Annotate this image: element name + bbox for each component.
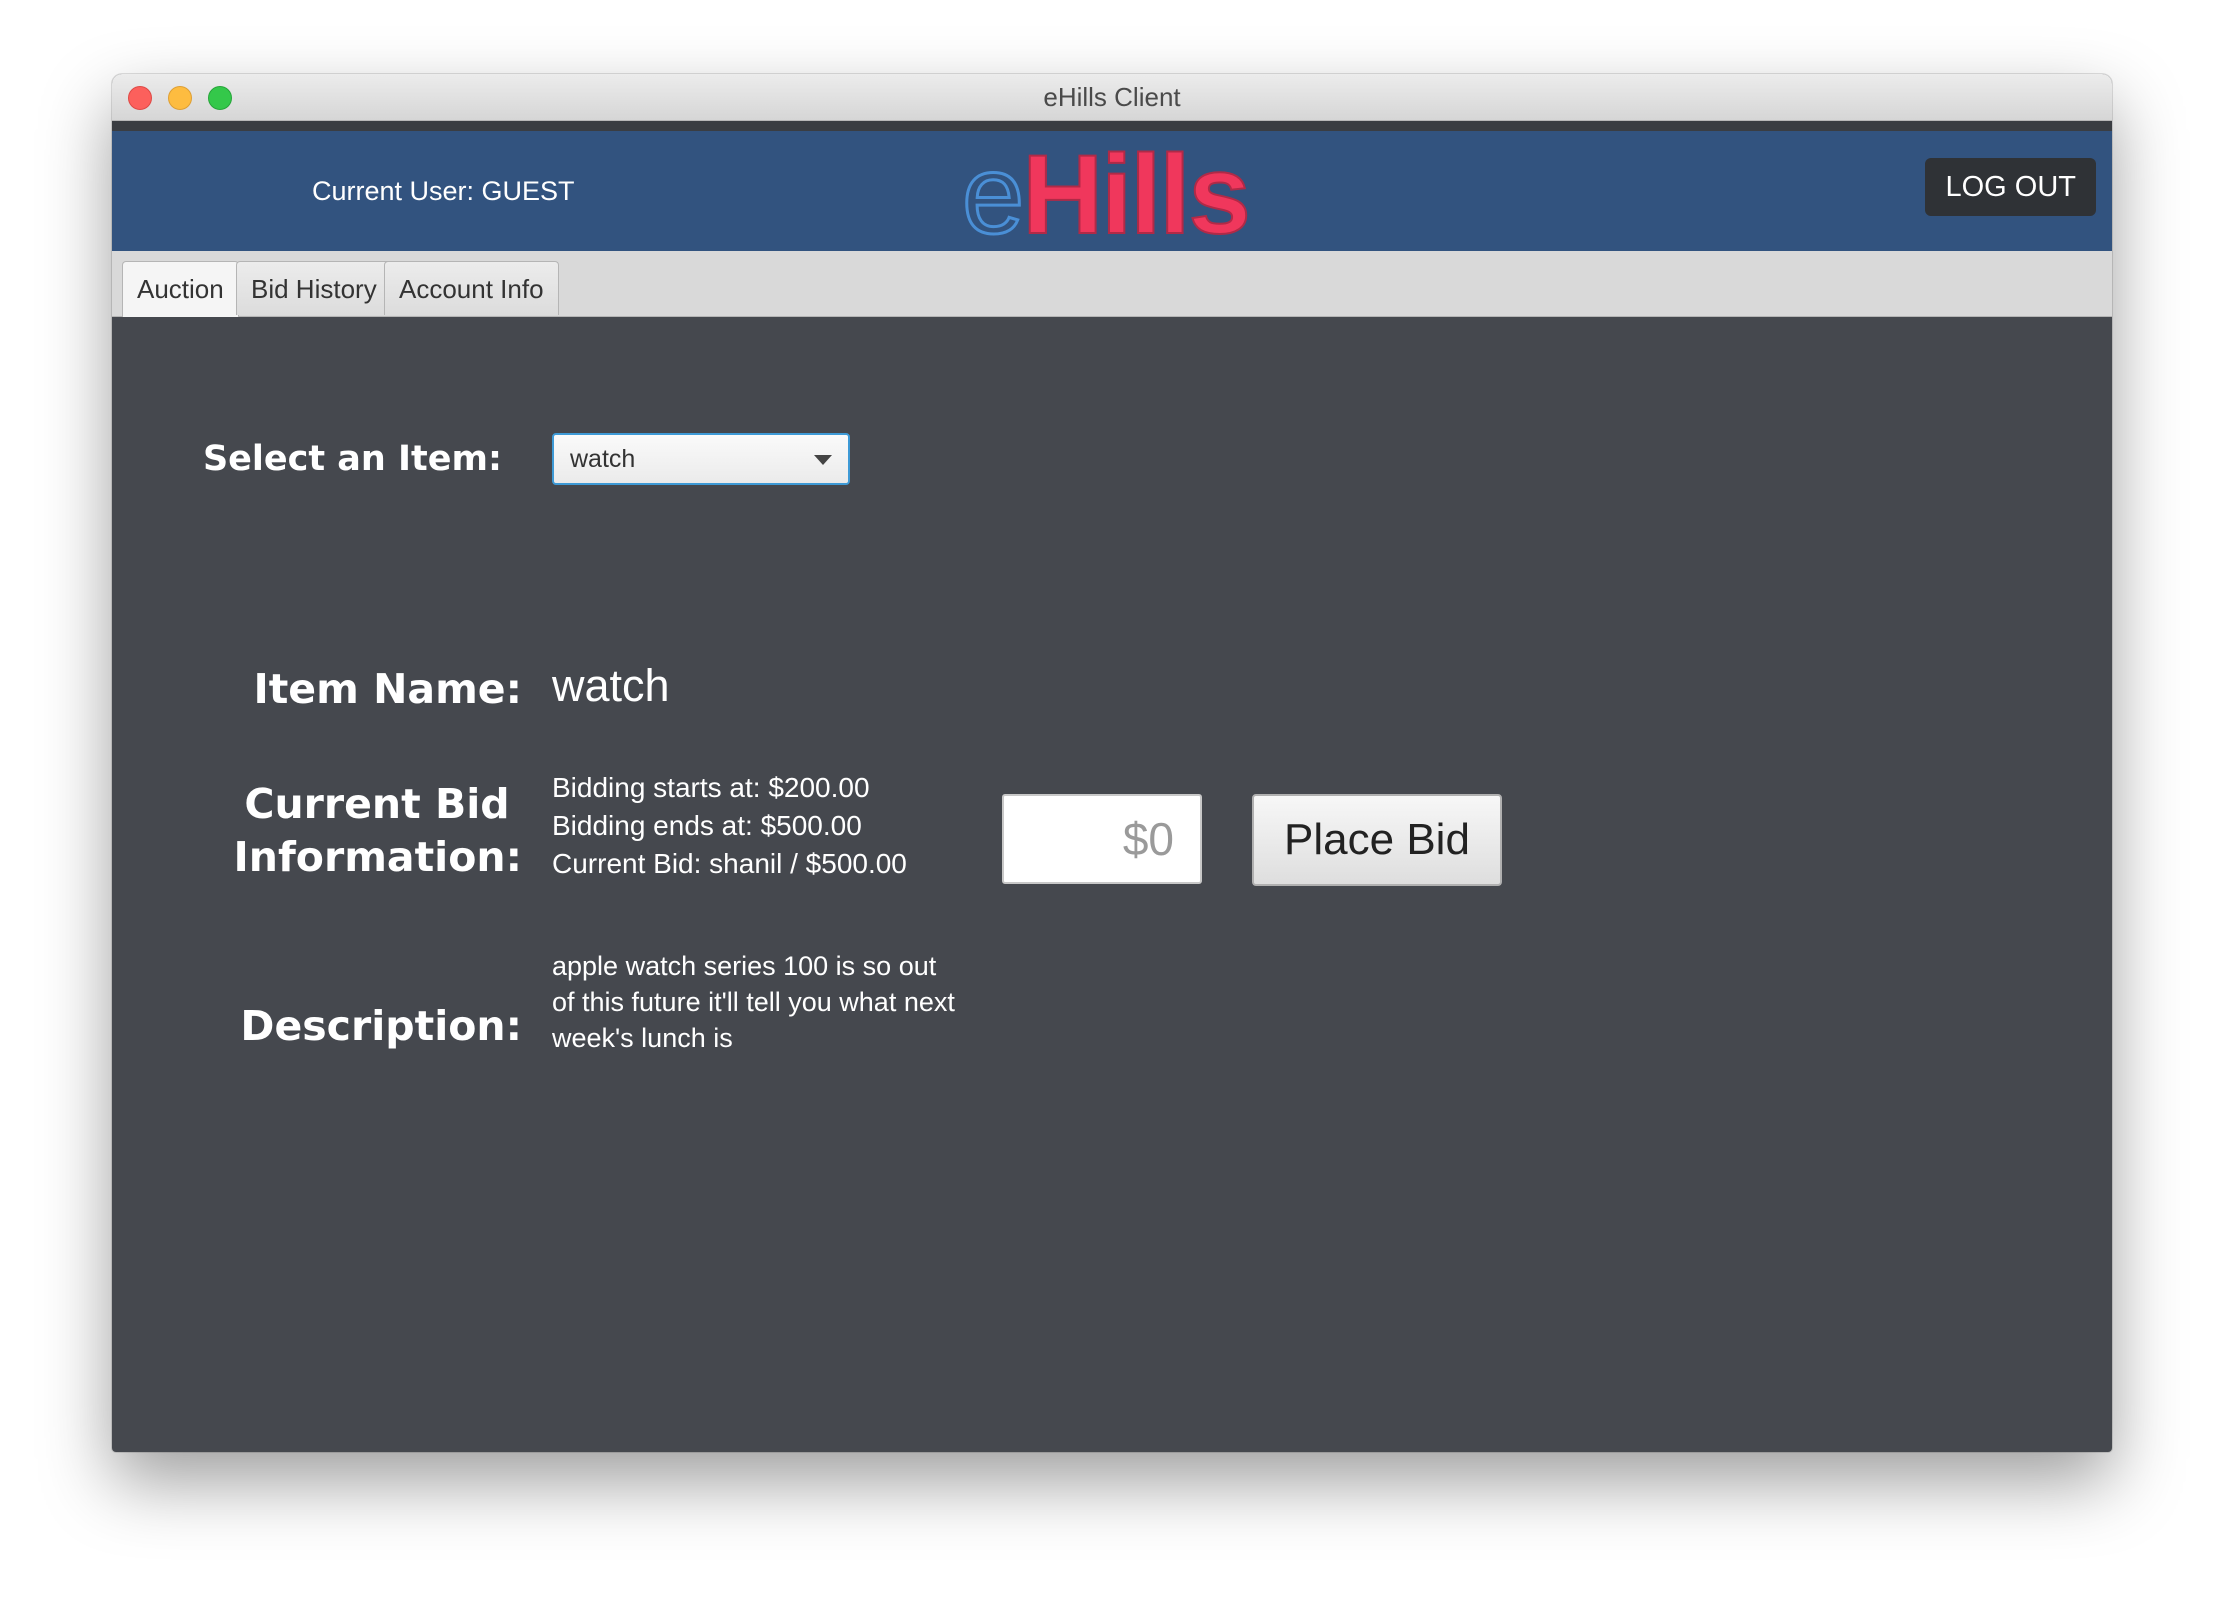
description-label: Description:: [240, 1002, 522, 1050]
current-bid-info-label-line2: Information:: [233, 833, 522, 881]
ehills-logo: eHills: [960, 137, 1251, 252]
item-name-value: watch: [552, 660, 670, 711]
logout-button[interactable]: LOG OUT: [1925, 158, 2096, 216]
description-line: week's lunch is: [552, 1023, 733, 1053]
app-window: eHills Client Current User: GUEST eHills…: [112, 74, 2112, 1452]
selected-item-value: watch: [570, 445, 636, 473]
item-name-label: Item Name:: [253, 665, 522, 713]
description-block: apple watch series 100 is so out of this…: [552, 948, 955, 1056]
title-divider: [112, 121, 2112, 131]
tab-account-info[interactable]: Account Info: [384, 261, 559, 315]
tab-bid-history[interactable]: Bid History: [236, 261, 392, 315]
description-line: of this future it'll tell you what next: [552, 987, 955, 1017]
current-bid-text: Current Bid: shanil / $500.00: [552, 848, 907, 879]
description-line: apple watch series 100 is so out: [552, 951, 937, 981]
current-bid-info-label-line1: Current Bid: [244, 780, 510, 828]
bidding-ends-text: Bidding ends at: $500.00: [552, 810, 862, 841]
window-title: eHills Client: [1043, 82, 1181, 112]
logo-e: e: [960, 132, 1025, 257]
current-user-label: Current User: GUEST: [312, 176, 575, 206]
screen: eHills Client Current User: GUEST eHills…: [0, 0, 2224, 1600]
chevron-down-icon: [814, 455, 832, 465]
place-bid-button[interactable]: Place Bid: [1252, 794, 1502, 886]
bid-info-block: Bidding starts at: $200.00 Bidding ends …: [552, 769, 907, 883]
select-item-label: Select an Item:: [202, 439, 502, 479]
bidding-starts-text: Bidding starts at: $200.00: [552, 772, 870, 803]
bid-amount-input[interactable]: [1002, 794, 1202, 884]
tab-auction[interactable]: Auction: [122, 261, 239, 317]
tab-bar: Auction Bid History Account Info: [112, 251, 2112, 317]
item-select-dropdown[interactable]: watch: [552, 433, 850, 485]
logo-hills: Hills: [1021, 132, 1252, 257]
current-bid-info-label: Current Bid Information:: [172, 778, 522, 884]
title-bar[interactable]: eHills Client: [112, 74, 2112, 121]
app-header: Current User: GUEST eHills LOG OUT: [112, 131, 2112, 252]
